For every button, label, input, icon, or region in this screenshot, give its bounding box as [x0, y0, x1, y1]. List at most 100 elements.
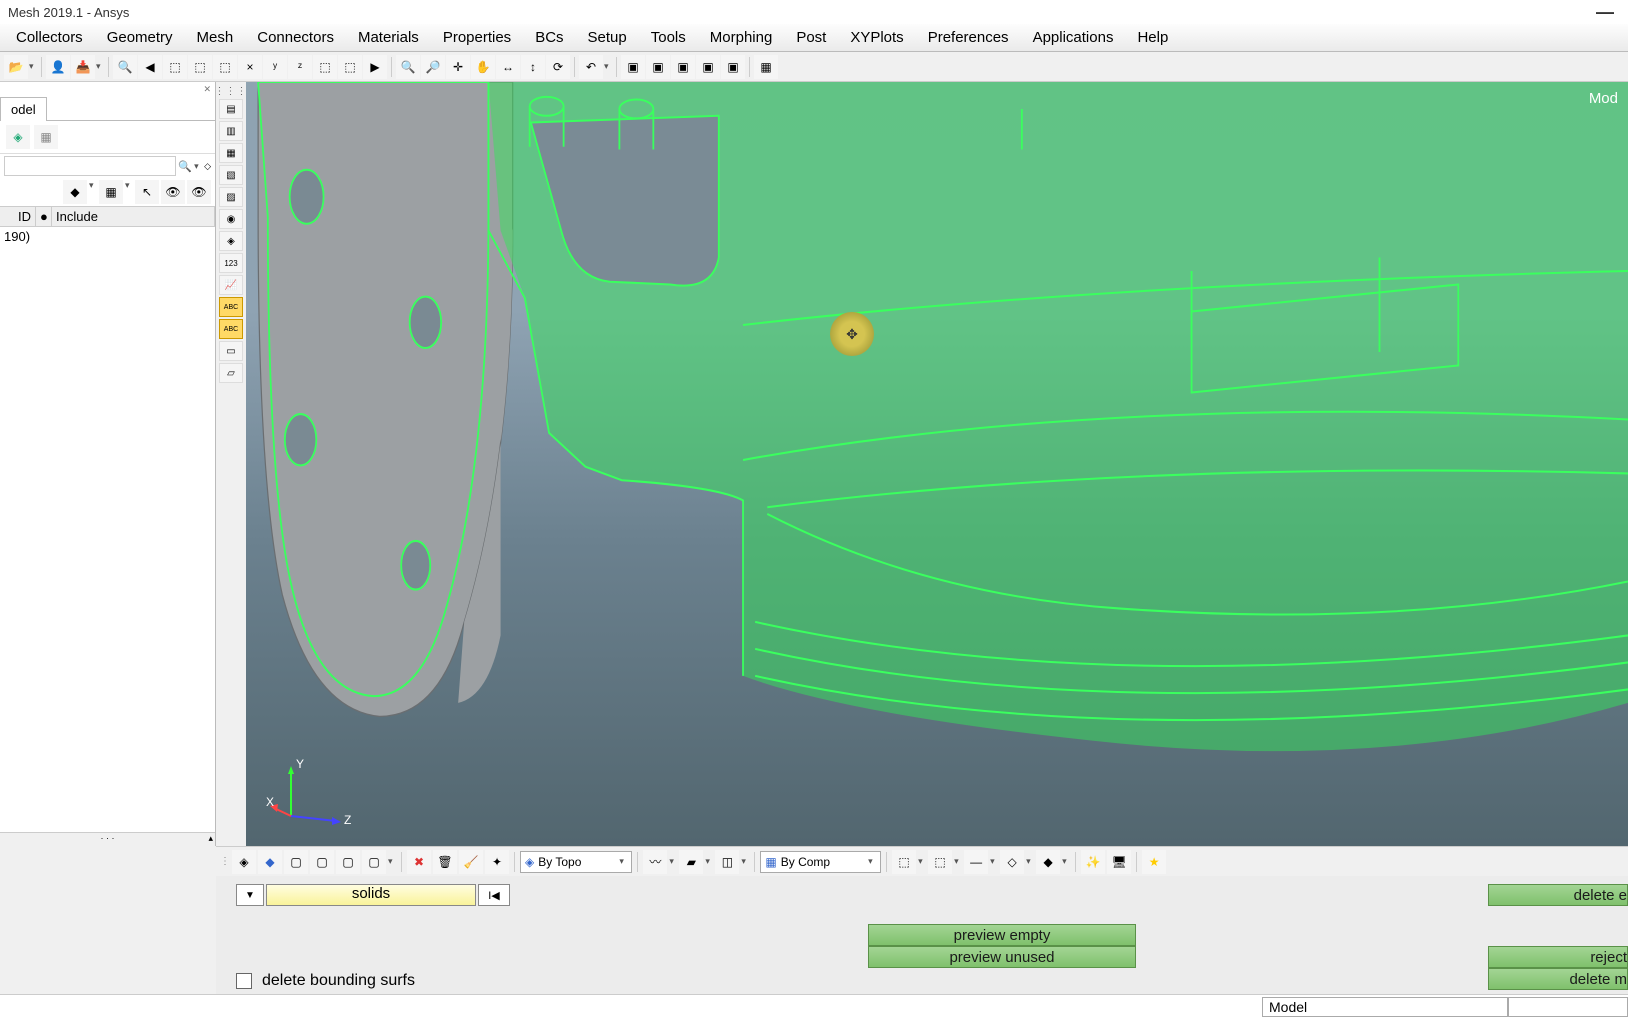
- pt-vis-icon[interactable]: ▢: [336, 850, 360, 874]
- reset-selection-button[interactable]: I◀: [478, 884, 510, 906]
- delete-x-icon[interactable]: ✖: [407, 850, 431, 874]
- line-vis-icon[interactable]: ▢: [310, 850, 334, 874]
- user-icon[interactable]: 👤: [46, 55, 70, 79]
- solid-vis-icon[interactable]: ◆: [258, 850, 282, 874]
- menu-applications[interactable]: Applications: [1021, 25, 1126, 50]
- search-icon[interactable]: 🔍: [178, 160, 192, 173]
- search-toggle-icon[interactable]: ◇: [204, 161, 211, 172]
- menu-connectors[interactable]: Connectors: [245, 25, 346, 50]
- window4-icon[interactable]: ▣: [696, 55, 720, 79]
- star-icon[interactable]: ★: [1142, 850, 1166, 874]
- grip-icon[interactable]: ⋮⋮⋮: [215, 86, 248, 97]
- sparkle-icon[interactable]: ✨: [1081, 850, 1105, 874]
- menu-help[interactable]: Help: [1125, 25, 1180, 50]
- zoom-icon[interactable]: 🔍: [113, 55, 137, 79]
- tree-body[interactable]: 190): [0, 227, 215, 832]
- preview-empty-button[interactable]: preview empty: [868, 924, 1136, 946]
- viewport[interactable]: Mod Y Z X: [246, 82, 1628, 846]
- surf1-icon[interactable]: ▰: [679, 850, 703, 874]
- topo-dropdown[interactable]: ◈By Topo▾: [520, 851, 632, 873]
- col-color[interactable]: ●: [36, 207, 52, 226]
- flag-icon[interactable]: ▶: [363, 55, 387, 79]
- vis12-icon[interactable]: ▭: [219, 341, 243, 361]
- axes-icon[interactable]: ✦: [485, 850, 509, 874]
- grip-icon[interactable]: ⋮: [220, 856, 230, 867]
- screen-icon[interactable]: 🖥: [1107, 850, 1131, 874]
- wire1-icon[interactable]: ⬚: [892, 850, 916, 874]
- vis5-icon[interactable]: ▨: [219, 187, 243, 207]
- menu-preferences[interactable]: Preferences: [916, 25, 1021, 50]
- cube-icon[interactable]: ▦: [34, 125, 58, 149]
- rotate-free-icon[interactable]: ⟳: [546, 55, 570, 79]
- eye2-icon[interactable]: 👁: [187, 180, 211, 204]
- comp-vis-icon[interactable]: ◈: [232, 850, 256, 874]
- entity-expand-button[interactable]: ▼: [236, 884, 264, 906]
- trash-icon[interactable]: 🗑: [433, 850, 457, 874]
- eye-icon[interactable]: 👁: [161, 180, 185, 204]
- back-icon[interactable]: ◀: [138, 55, 162, 79]
- reject-button[interactable]: reject: [1488, 946, 1628, 968]
- iso-icon[interactable]: ⬚: [313, 55, 337, 79]
- import-icon[interactable]: 📥: [71, 55, 95, 79]
- layout-icon[interactable]: ▦: [754, 55, 778, 79]
- checkbox-bounding-surfs[interactable]: [236, 973, 252, 989]
- menu-properties[interactable]: Properties: [431, 25, 523, 50]
- axis-xz-icon[interactable]: ⬚: [188, 55, 212, 79]
- undo-icon[interactable]: ↶: [579, 55, 603, 79]
- surf-vis-icon[interactable]: ▢: [284, 850, 308, 874]
- clean-icon[interactable]: 🧹: [459, 850, 483, 874]
- menu-collectors[interactable]: Collectors: [4, 25, 95, 50]
- menu-xyplots[interactable]: XYPlots: [838, 25, 915, 50]
- vis9-icon[interactable]: 📈: [219, 275, 243, 295]
- close-icon[interactable]: ✕: [203, 84, 211, 95]
- vis10-icon[interactable]: ABC: [219, 297, 243, 317]
- vis4-icon[interactable]: ▧: [219, 165, 243, 185]
- wire5-icon[interactable]: ◆: [1036, 850, 1060, 874]
- preview-unused-button[interactable]: preview unused: [868, 946, 1136, 968]
- window1-icon[interactable]: ▣: [621, 55, 645, 79]
- menu-setup[interactable]: Setup: [576, 25, 639, 50]
- menu-tools[interactable]: Tools: [639, 25, 698, 50]
- orient-icon[interactable]: ⬚: [338, 55, 362, 79]
- menu-geometry[interactable]: Geometry: [95, 25, 185, 50]
- axis-xy-icon[interactable]: ⬚: [163, 55, 187, 79]
- wire2-icon[interactable]: ⬚: [928, 850, 952, 874]
- zoom-in-icon[interactable]: 🔍: [396, 55, 420, 79]
- status-field-2[interactable]: [1508, 997, 1628, 1017]
- box-icon[interactable]: ◆: [63, 180, 87, 204]
- pan-icon[interactable]: ✋: [471, 55, 495, 79]
- menu-bcs[interactable]: BCs: [523, 25, 575, 50]
- status-model-field[interactable]: Model: [1262, 997, 1508, 1017]
- wire4-icon[interactable]: ◇: [1000, 850, 1024, 874]
- wire3-icon[interactable]: —: [964, 850, 988, 874]
- cursor-icon[interactable]: ↖: [135, 180, 159, 204]
- expand-icon[interactable]: ▴: [208, 833, 213, 844]
- col-id[interactable]: ID: [0, 207, 36, 226]
- entity-selector[interactable]: solids: [266, 884, 476, 906]
- vis7-icon[interactable]: ◈: [219, 231, 243, 251]
- window3-icon[interactable]: ▣: [671, 55, 695, 79]
- axis-z-icon[interactable]: ᶻ: [288, 55, 312, 79]
- vis1-icon[interactable]: ▤: [219, 99, 243, 119]
- axis-yz-icon[interactable]: ⬚: [213, 55, 237, 79]
- open-icon[interactable]: 📂: [4, 55, 28, 79]
- tab-model[interactable]: odel: [0, 97, 47, 121]
- curve1-icon[interactable]: 〰: [643, 850, 667, 874]
- rotate-y-icon[interactable]: ↕: [521, 55, 545, 79]
- grid-icon[interactable]: ▦: [99, 180, 123, 204]
- window2-icon[interactable]: ▣: [646, 55, 670, 79]
- menu-post[interactable]: Post: [784, 25, 838, 50]
- minimize-icon[interactable]: —: [1596, 2, 1620, 23]
- zoom-out-icon[interactable]: 🔎: [421, 55, 445, 79]
- delete-entity-button[interactable]: delete e: [1488, 884, 1628, 906]
- vis8-icon[interactable]: 123: [219, 253, 243, 273]
- axis-y-icon[interactable]: ʸ: [263, 55, 287, 79]
- vis6-icon[interactable]: ◉: [219, 209, 243, 229]
- menu-morphing[interactable]: Morphing: [698, 25, 785, 50]
- vis13-icon[interactable]: ▱: [219, 363, 243, 383]
- vis2-icon[interactable]: ▥: [219, 121, 243, 141]
- center-icon[interactable]: ✛: [446, 55, 470, 79]
- delete-model-button[interactable]: delete m: [1488, 968, 1628, 990]
- window5-icon[interactable]: ▣: [721, 55, 745, 79]
- more-vis-icon[interactable]: ▢: [362, 850, 386, 874]
